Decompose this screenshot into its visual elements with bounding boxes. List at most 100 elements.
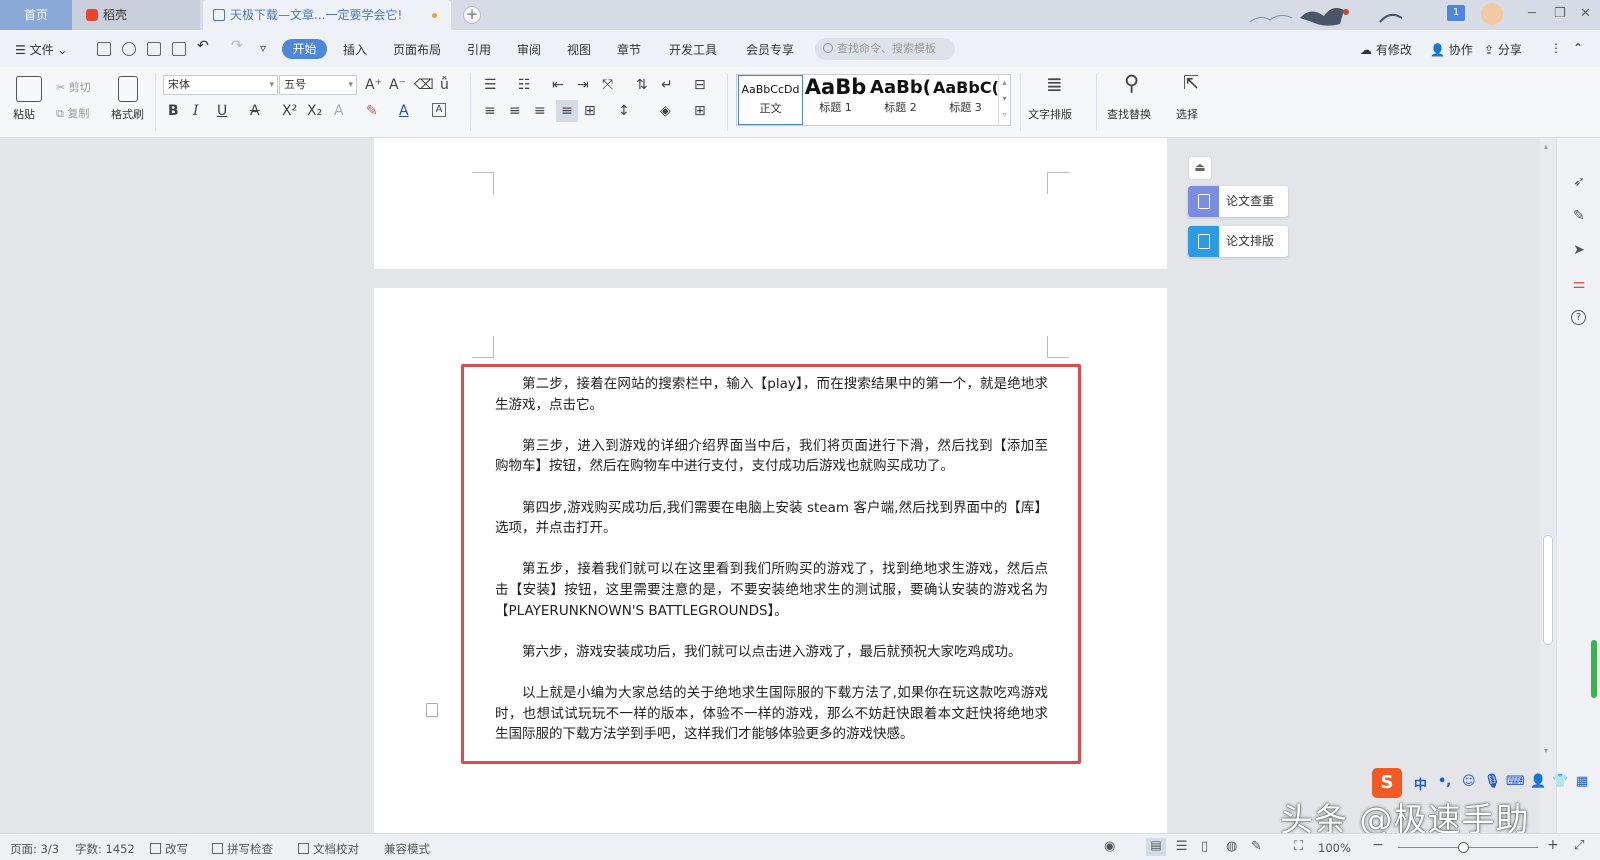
paper-layout-button[interactable]: 论文排版 xyxy=(1188,226,1288,257)
sort-icon[interactable]: ⇅ xyxy=(636,77,648,93)
decrease-indent-icon[interactable]: ⇤ xyxy=(552,77,564,93)
align-right-icon[interactable]: ≡ xyxy=(534,103,546,119)
zoom-in-icon[interactable]: + xyxy=(1547,837,1559,853)
menu-item-home[interactable]: 开始 xyxy=(282,39,327,59)
collaborate-button[interactable]: 👤 协作 xyxy=(1430,41,1473,58)
save-icon[interactable] xyxy=(97,42,111,56)
write-view-icon[interactable]: ✎ xyxy=(1251,839,1262,854)
cursor-icon[interactable]: ➤ xyxy=(1571,242,1587,258)
print-icon[interactable] xyxy=(147,42,161,56)
font-color-icon[interactable]: A xyxy=(399,103,409,119)
scroll-up-icon[interactable]: ▴ xyxy=(1544,142,1548,151)
copy-button[interactable]: ⧉ 复制 xyxy=(56,105,89,121)
web-view-icon[interactable]: ◍ xyxy=(1226,839,1237,854)
style-gallery-scroll[interactable]: ▴ ▾ ▿ xyxy=(998,75,1010,125)
scroll-down-icon[interactable]: ▾ xyxy=(1544,746,1548,755)
paragraph[interactable]: 第二步，接着在网站的搜索栏中，输入【play】，而在搜索结果中的第一个，就是绝地… xyxy=(495,374,1048,415)
subscript-icon[interactable]: X₂ xyxy=(307,103,322,119)
page-badge[interactable]: 1 xyxy=(1447,5,1465,21)
style-heading-2[interactable]: AaBb( 标题 2 xyxy=(868,75,933,125)
shading-icon[interactable]: ◈ xyxy=(660,103,671,119)
menu-item-insert[interactable]: 插入 xyxy=(343,41,367,58)
paste-icon[interactable] xyxy=(16,76,42,102)
tab-stops-icon[interactable]: ⊟ xyxy=(694,77,706,93)
numbered-list-icon[interactable]: ☷ xyxy=(518,77,531,93)
align-left-icon[interactable]: ≡ xyxy=(484,103,496,119)
document-workspace[interactable]: 第二步，接着在网站的搜索栏中，输入【play】，而在搜索结果中的第一个，就是绝地… xyxy=(0,138,1556,833)
fullscreen-icon[interactable]: ⤢ xyxy=(1574,838,1584,853)
collapse-ribbon-icon[interactable]: ⌃ xyxy=(1573,41,1583,55)
paper-check-button[interactable]: 论文查重 xyxy=(1188,186,1288,217)
text-layout-button[interactable]: 文字排版 xyxy=(1028,106,1072,122)
print-preview-icon[interactable] xyxy=(172,42,186,56)
proofread-toggle[interactable]: 文档校对 xyxy=(298,841,359,857)
paste-button[interactable]: 粘贴 xyxy=(13,106,35,122)
zoom-level[interactable]: 100% xyxy=(1318,841,1351,855)
outline-view-icon[interactable]: ☰ xyxy=(1176,839,1188,854)
file-menu[interactable]: ☰ 文件 ⌄ xyxy=(15,41,67,58)
text-layout-icon[interactable]: ≣ xyxy=(1046,74,1063,94)
tab-daoke[interactable]: 稻壳 xyxy=(72,0,200,30)
paragraph-handle-icon[interactable] xyxy=(426,703,438,717)
pen-icon[interactable]: ✎ xyxy=(1571,208,1587,224)
tab-document[interactable]: 天极下载—文章...一定要学会它! xyxy=(203,0,451,30)
page-indicator[interactable]: 页面: 3/3 xyxy=(10,841,59,857)
close-button[interactable]: ✕ xyxy=(1580,6,1591,21)
paragraph[interactable]: 以上就是小编为大家总结的关于绝地求生国际服的下载方法了,如果你在玩这款吃鸡游戏时… xyxy=(495,683,1048,745)
char-border-icon[interactable]: A xyxy=(432,103,446,117)
select-cursor-icon[interactable]: ⇱ xyxy=(1183,74,1199,93)
document-body[interactable]: 第二步，接着在网站的搜索栏中，输入【play】，而在搜索结果中的第一个，就是绝地… xyxy=(495,374,1048,745)
adjust-icon[interactable]: ⚌ xyxy=(1571,276,1587,292)
grow-font-icon[interactable]: A⁺ xyxy=(365,77,382,93)
menu-item-developer[interactable]: 开发工具 xyxy=(669,41,717,58)
phonetic-icon[interactable]: ǚ xyxy=(440,77,449,93)
underline-icon[interactable]: U xyxy=(217,103,227,119)
ime-emoji-icon[interactable]: ☺ xyxy=(1462,774,1476,789)
show-hide-marks-icon[interactable]: ↵ xyxy=(661,77,673,93)
ime-keyboard-icon[interactable]: ⌨ xyxy=(1506,774,1525,789)
collapse-panel-icon[interactable]: ⏏ xyxy=(1188,156,1212,180)
paragraph[interactable]: 第四步,游戏购买成功后,我们需要在电脑上安装 steam 客户端,然后找到界面中… xyxy=(495,498,1048,539)
find-replace-icon[interactable]: ⚲ xyxy=(1124,73,1139,94)
more-menu-icon[interactable]: ⋮ xyxy=(1550,41,1562,55)
menu-item-review[interactable]: 审阅 xyxy=(517,41,541,58)
undo-icon[interactable]: ↶ xyxy=(197,38,209,54)
italic-icon[interactable]: I xyxy=(193,103,199,119)
menu-item-chapter[interactable]: 章节 xyxy=(617,41,641,58)
find-replace-button[interactable]: 查找替换 xyxy=(1107,106,1151,122)
overwrite-toggle[interactable]: 改写 xyxy=(150,841,188,857)
ime-skin-icon[interactable]: 👕 xyxy=(1552,774,1568,789)
font-name-select[interactable]: 宋体 xyxy=(163,75,278,95)
document-page-previous[interactable] xyxy=(374,138,1167,269)
avatar[interactable] xyxy=(1481,3,1503,25)
redo-icon[interactable]: ↷ xyxy=(231,38,243,54)
paragraph[interactable]: 第五步，接着我们就可以在这里看到我们所购买的游戏了，找到绝地求生游戏，然后点击【… xyxy=(495,559,1048,621)
ime-lang-toggle[interactable]: 中 xyxy=(1414,774,1427,793)
style-heading-3[interactable]: AaBbC( 标题 3 xyxy=(933,75,998,125)
distributed-icon[interactable]: ⊞ xyxy=(584,103,596,119)
new-tab-button[interactable]: + xyxy=(463,6,481,24)
highlight-color-icon[interactable]: ✎ xyxy=(366,103,378,119)
style-heading-1[interactable]: AaBb 标题 1 xyxy=(803,75,868,125)
ime-toolbox-icon[interactable]: ▦ xyxy=(1576,774,1588,789)
page-view-icon[interactable]: ▤ xyxy=(1146,838,1166,856)
bold-icon[interactable]: B xyxy=(168,103,179,119)
help-icon[interactable]: ? xyxy=(1571,310,1586,325)
output-icon[interactable] xyxy=(122,42,136,56)
fit-page-icon[interactable]: ⛶ xyxy=(1294,839,1303,854)
style-normal[interactable]: AaBbCcDd 正文 xyxy=(738,75,803,125)
menu-item-view[interactable]: 视图 xyxy=(567,41,591,58)
menu-item-page-layout[interactable]: 页面布局 xyxy=(393,41,441,58)
minimize-button[interactable]: ─ xyxy=(1528,6,1536,21)
vertical-scrollbar[interactable]: ▴ ▾ xyxy=(1540,138,1556,833)
line-spacing-icon[interactable]: ↕ xyxy=(618,103,630,119)
font-size-select[interactable]: 五号 xyxy=(279,75,357,95)
spell-check-toggle[interactable]: 拼写检查 xyxy=(212,841,273,857)
modified-button[interactable]: ☁ 有修改 xyxy=(1360,41,1412,58)
quick-access-more-icon[interactable]: ▿ xyxy=(260,41,266,55)
ime-punct-icon[interactable]: •, xyxy=(1438,774,1451,789)
menu-item-references[interactable]: 引用 xyxy=(467,41,491,58)
eye-protection-icon[interactable]: ◉ xyxy=(1104,839,1115,854)
format-painter-icon[interactable] xyxy=(118,76,138,102)
word-count[interactable]: 字数: 1452 xyxy=(75,841,135,857)
